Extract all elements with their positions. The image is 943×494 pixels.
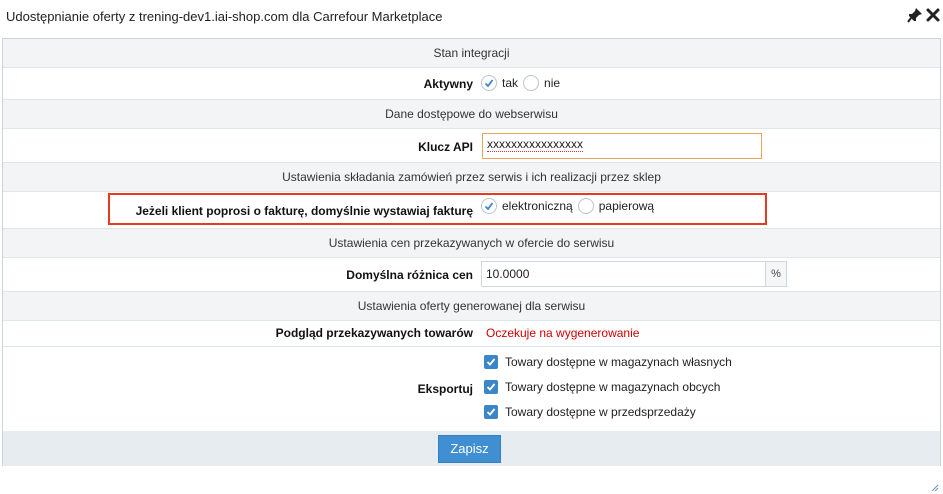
export-option-own: Towary dostępne w magazynach własnych bbox=[484, 349, 732, 374]
price-diff-input[interactable]: 10.0000 bbox=[481, 261, 765, 287]
pin-icon[interactable] bbox=[906, 6, 924, 24]
dialog-titlebar: Udostępnianie oferty z trening-dev1.iai-… bbox=[0, 0, 943, 34]
api-key-label: Klucz API bbox=[418, 140, 473, 154]
check-icon bbox=[486, 357, 496, 366]
resize-grip-icon[interactable] bbox=[929, 481, 939, 492]
section-orders-header: Ustawienia składania zamówień przez serw… bbox=[3, 163, 940, 192]
export-presale-label: Towary dostępne w przedsprzedaży bbox=[505, 404, 696, 419]
active-label: Aktywny bbox=[423, 77, 473, 91]
api-key-value: xxxxxxxxxxxxxxxx bbox=[487, 137, 583, 152]
price-diff-label: Domyślna różnica cen bbox=[346, 268, 473, 282]
api-key-row: Klucz API xxxxxxxxxxxxxxxx bbox=[3, 129, 940, 163]
active-row: Aktywny tak nie bbox=[3, 68, 940, 100]
form-footer: Zapisz bbox=[3, 431, 940, 466]
export-external-label: Towary dostępne w magazynach obcych bbox=[505, 379, 721, 394]
export-row: Eksportuj Towary dostępne w magazynach w… bbox=[3, 347, 940, 431]
export-label: Eksportuj bbox=[417, 382, 473, 396]
export-own-label: Towary dostępne w magazynach własnych bbox=[505, 354, 732, 369]
close-icon[interactable] bbox=[924, 6, 942, 24]
check-icon bbox=[486, 382, 496, 391]
dialog-title: Udostępnianie oferty z trening-dev1.iai-… bbox=[6, 9, 443, 24]
invoice-highlight-box bbox=[108, 193, 767, 225]
active-radio-group: tak nie bbox=[481, 75, 565, 91]
section-prices-header: Ustawienia cen przekazywanych w ofercie … bbox=[3, 229, 940, 258]
percent-addon: % bbox=[765, 261, 787, 287]
section-access-header: Dane dostępowe do webserwisu bbox=[3, 100, 940, 129]
price-diff-row: Domyślna różnica cen 10.0000 % bbox=[3, 258, 940, 292]
export-checkbox-group: Towary dostępne w magazynach własnych To… bbox=[484, 349, 732, 424]
export-own-checkbox[interactable] bbox=[484, 354, 498, 369]
preview-row: Podgląd przekazywanych towarów Oczekuje … bbox=[3, 321, 940, 347]
preview-status: Oczekuje na wygenerowanie bbox=[486, 326, 640, 340]
export-option-external: Towary dostępne w magazynach obcych bbox=[484, 374, 732, 399]
preview-label: Podgląd przekazywanych towarów bbox=[275, 326, 473, 340]
section-offer-header: Ustawienia oferty generowanej dla serwis… bbox=[3, 292, 940, 321]
export-option-presale: Towary dostępne w przedsprzedaży bbox=[484, 399, 732, 424]
save-button[interactable]: Zapisz bbox=[438, 435, 501, 463]
settings-form: Stan integracji Aktywny tak nie Dane dos… bbox=[2, 38, 941, 466]
export-presale-checkbox[interactable] bbox=[484, 404, 498, 419]
check-icon bbox=[484, 79, 494, 88]
active-yes-radio[interactable] bbox=[481, 75, 497, 91]
section-integration-header: Stan integracji bbox=[3, 39, 940, 68]
active-no-radio[interactable] bbox=[523, 75, 540, 91]
api-key-input[interactable]: xxxxxxxxxxxxxxxx bbox=[482, 133, 762, 159]
export-external-checkbox[interactable] bbox=[484, 379, 498, 394]
check-icon bbox=[486, 407, 496, 416]
active-yes-label: tak bbox=[502, 76, 519, 90]
active-no-label: nie bbox=[544, 76, 561, 90]
